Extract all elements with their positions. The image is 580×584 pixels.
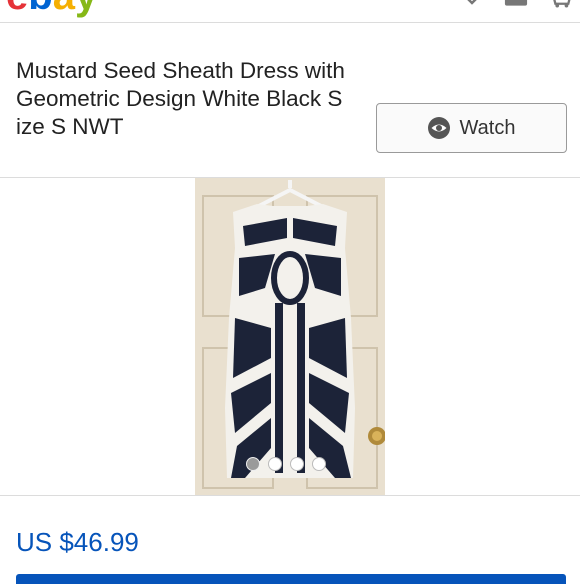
watch-button[interactable]: Watch [376,103,567,153]
listing-title-section: Mustard Seed Sheath Dress with Geometric… [0,23,580,178]
buy-it-now-button[interactable] [16,574,566,584]
logo-letter: y [75,0,97,16]
carousel-dot[interactable] [312,457,326,471]
cart-icon[interactable] [548,0,572,8]
eye-icon [427,117,450,139]
ebay-logo[interactable]: e b a y [6,0,97,16]
carousel-dot[interactable] [268,457,282,471]
header-actions [460,0,572,8]
watch-label: Watch [459,116,516,139]
notification-icon[interactable] [504,0,528,8]
logo-letter: b [28,0,52,16]
carousel-dots [246,457,326,471]
carousel-dot[interactable] [246,457,260,471]
item-price: US $46.99 [16,527,139,557]
app-header: e b a y [0,0,580,23]
listing-title: Mustard Seed Sheath Dress with Geometric… [16,58,345,139]
dress-photo[interactable] [195,178,385,495]
logo-letter: e [6,0,28,16]
logo-letter: a [53,0,75,16]
carousel-dot[interactable] [290,457,304,471]
image-gallery[interactable] [0,178,580,496]
chevron-down-icon[interactable] [460,0,484,8]
